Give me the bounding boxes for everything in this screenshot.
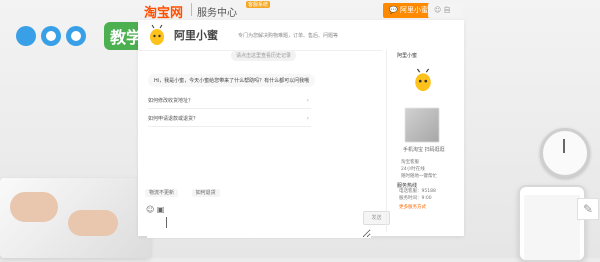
system-badge: 客服系统: [246, 1, 271, 8]
chat-header: 阿里小蜜 专门为您解决购物难题，订单、售后、问题等: [138, 20, 382, 51]
message-input[interactable]: [147, 216, 371, 238]
faq-text: 如何申请退款或退货？: [148, 116, 199, 122]
header-divider: [191, 3, 192, 16]
hotline-line: 服务时间：9:00: [399, 196, 432, 201]
service-center-title: 服务中心: [197, 8, 237, 19]
chat-bubble-icon: 💬: [389, 6, 398, 14]
side-bullet: 淘宝客服: [401, 160, 419, 165]
side-title: 阿里小蜜: [397, 53, 418, 59]
input-toolbar: ☺ ▣: [146, 205, 164, 214]
clock-icon: [540, 128, 590, 178]
more-services-link[interactable]: 更多服务方式: [399, 204, 426, 210]
tab-ali-xiaomi[interactable]: 💬 阿里小蜜: [383, 3, 434, 18]
faq-item[interactable]: 如何修改收货地址？ ›: [148, 94, 311, 109]
quick-tag[interactable]: 如何退货: [191, 189, 220, 197]
emoji-icon[interactable]: ☺: [146, 205, 154, 214]
side-bullet: 随时随地一键帮忙: [401, 174, 437, 179]
side-panel: 阿里小蜜 手机淘宝 扫码逛逛 淘宝客服 24小时在线 随时随地一键帮忙 服务热线…: [386, 50, 463, 232]
hotline-info: 电话客服：95188 服务时间：9:00: [399, 188, 436, 202]
chevron-right-icon: ›: [306, 115, 309, 122]
tab-label: 阿里小蜜: [399, 6, 428, 14]
bot-subtitle: 专门为您解决购物难题，订单、售后、问题等: [238, 33, 339, 39]
edit-icon[interactable]: ✎: [577, 198, 599, 220]
greeting-message: Hi，我是小蜜，今天小蜜给您带来了什么帮助吗？有什么都可以问我哦: [148, 74, 316, 87]
chat-window: 阿里小蜜 专门为您解决购物难题，订单、售后、问题等 请点击这里查看历史记录 Hi…: [138, 20, 464, 238]
phone-image: [518, 185, 586, 262]
qr-code-image: [405, 108, 439, 142]
pc6-logo-icon: [16, 26, 86, 46]
bot-name: 阿里小蜜: [174, 29, 218, 42]
user-icon: ☺: [434, 6, 442, 14]
faq-text: 如何修改收货地址？: [148, 98, 194, 104]
quick-tag[interactable]: 物流不更新: [145, 189, 179, 197]
hand-image: [10, 192, 58, 222]
bee-mascot-large-icon: [415, 68, 431, 92]
taobao-logo[interactable]: 淘宝网: [144, 2, 183, 21]
history-notice[interactable]: 请点击这里查看历史记录: [231, 50, 297, 61]
quick-tags: 物流不更新 如何退货: [145, 189, 232, 197]
bee-mascot-icon: [150, 24, 164, 45]
chevron-right-icon: ›: [306, 97, 309, 104]
hotline-line: 电话客服：95188: [399, 189, 436, 194]
qr-caption: 手机淘宝 扫码逛逛: [403, 147, 445, 153]
hand-image-2: [68, 210, 118, 236]
page-header: 淘宝网 服务中心 客服系统 💬 阿里小蜜 ☺ 自助服务: [138, 0, 463, 29]
faq-item[interactable]: 如何申请退款或退货？ ›: [148, 112, 311, 127]
text-cursor: [166, 217, 167, 228]
image-icon[interactable]: ▣: [157, 205, 165, 214]
side-bullet: 24小时在线: [401, 167, 425, 172]
tab-self-service[interactable]: ☺ 自助服务: [428, 3, 463, 29]
